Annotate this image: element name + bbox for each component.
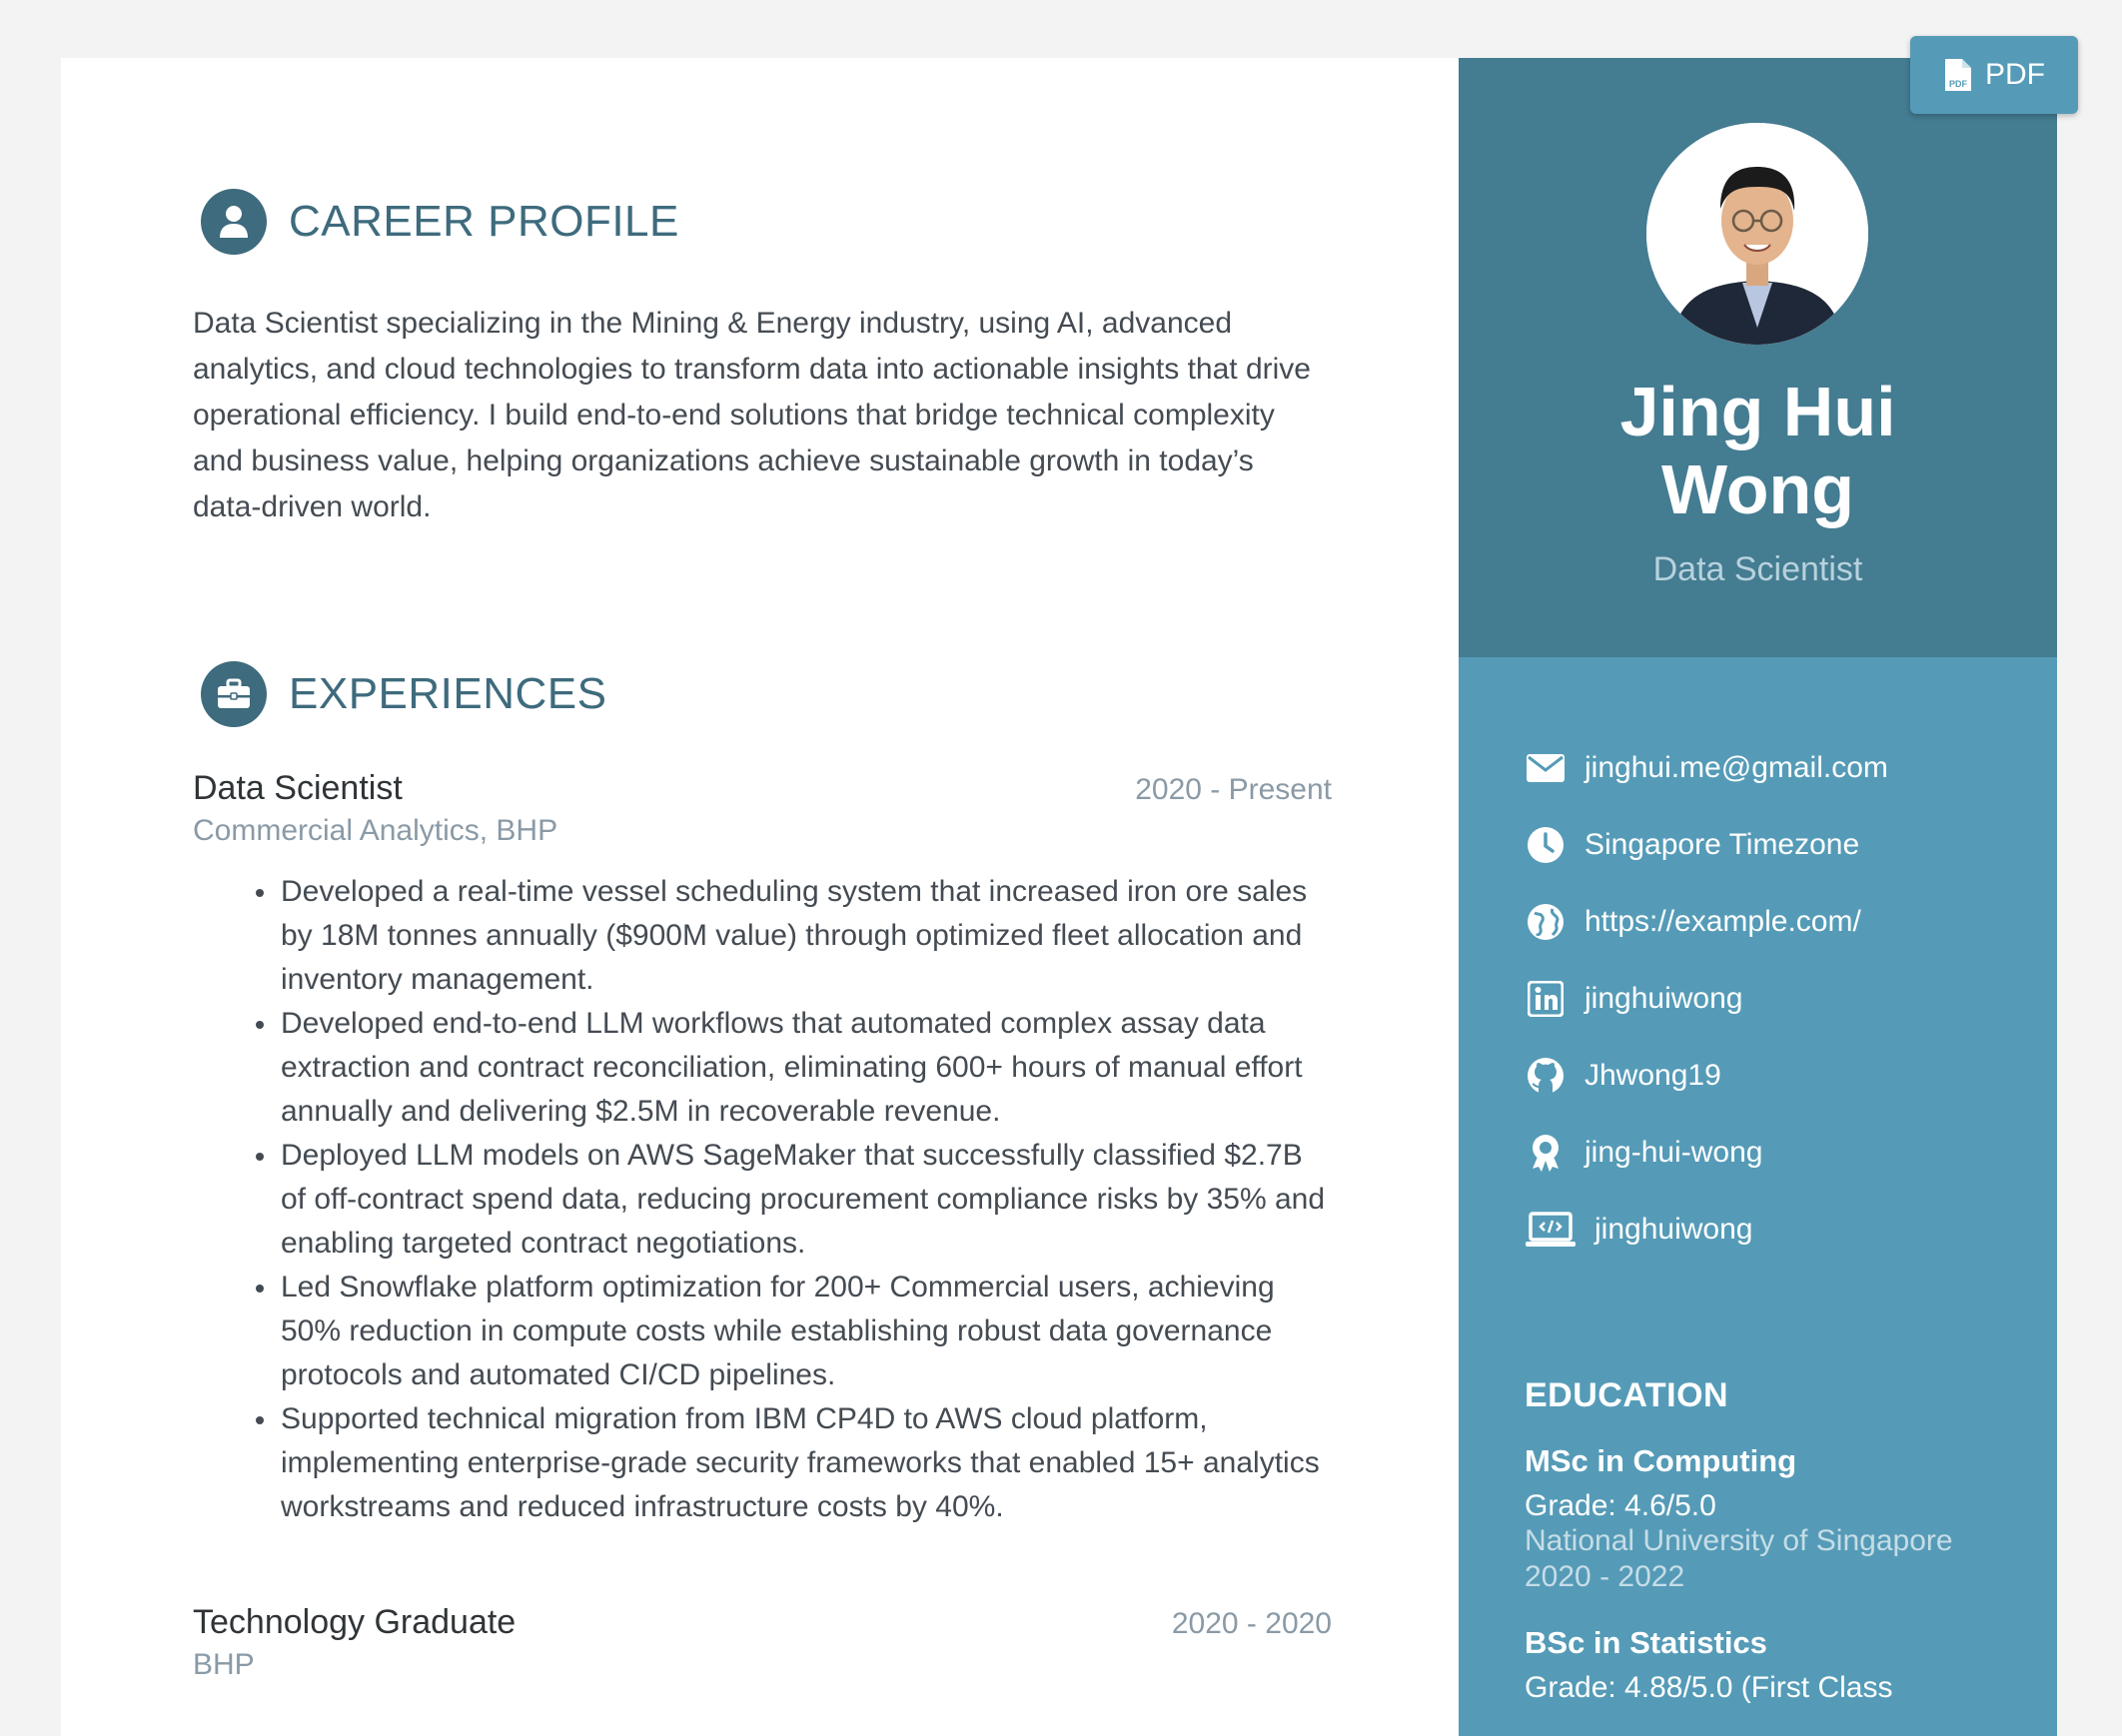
svg-text:PDF: PDF: [1949, 79, 1968, 89]
list-item: Developed end-to-end LLM workflows that …: [256, 1002, 1332, 1134]
award-icon: [1525, 1132, 1567, 1174]
avatar: [1646, 123, 1868, 345]
education-title: EDUCATION: [1525, 1376, 1729, 1414]
tagline: Data Scientist: [1652, 550, 1863, 588]
job-title: Data Scientist: [193, 769, 403, 807]
job-title: Technology Graduate: [193, 1603, 517, 1641]
experiences-title: EXPERIENCES: [289, 669, 607, 718]
briefcase-icon: [201, 661, 267, 727]
contact-timezone: Singapore Timezone: [1525, 806, 1888, 883]
pdf-download-button[interactable]: PDF PDF: [1910, 36, 2078, 114]
resume-page: CAREER PROFILE Data Scientist specializi…: [61, 58, 2057, 1736]
name-line-1: Jing Hui: [1619, 373, 1896, 450]
education-section: EDUCATION MSc in Computing Grade: 4.6/5.…: [1525, 1376, 2004, 1705]
degree-title: MSc in Computing: [1525, 1443, 1797, 1478]
list-item: Developed a real-time vessel scheduling …: [256, 870, 1332, 1002]
degree-grade: Grade: 4.6/5.0: [1525, 1489, 1716, 1522]
job-time: 2020 - Present: [1135, 773, 1332, 806]
sidebar: Jing Hui Wong Data Scientist jinghui.me@…: [1459, 58, 2057, 1736]
job-entry: Data Scientist 2020 - Present Commercial…: [193, 769, 1332, 1529]
linkedin-icon: [1525, 978, 1567, 1020]
list-item: Deployed LLM models on AWS SageMaker tha…: [256, 1134, 1332, 1266]
globe-icon: [1525, 901, 1567, 943]
contact-github[interactable]: Jhwong19: [1525, 1037, 1888, 1114]
contact-list: jinghui.me@gmail.com Singapore Timezone: [1525, 729, 1888, 1268]
name-line-2: Wong: [1660, 450, 1855, 528]
job-details-list: Developed a real-time vessel scheduling …: [193, 870, 1332, 1529]
degree-title: BSc in Statistics: [1525, 1625, 1767, 1660]
contact-code[interactable]: jinghuiwong: [1525, 1191, 1888, 1268]
list-item: Supported technical migration from IBM C…: [256, 1397, 1332, 1529]
contact-credential[interactable]: jing-hui-wong: [1525, 1114, 1888, 1191]
clock-icon: [1525, 824, 1567, 866]
job-company: Commercial Analytics, BHP: [193, 814, 558, 847]
pdf-button-label[interactable]: PDF: [1985, 58, 2045, 92]
career-profile-title: CAREER PROFILE: [289, 197, 679, 246]
job-time: 2020 - 2020: [1171, 1607, 1332, 1640]
contact-linkedin[interactable]: jinghuiwong: [1525, 960, 1888, 1037]
list-item: Led Snowflake platform optimization for …: [256, 1266, 1332, 1397]
degree-grade: Grade: 4.88/5.0 (First Class: [1525, 1671, 1893, 1704]
job-entry: Technology Graduate 2020 - 2020 BHP: [193, 1603, 1332, 1682]
contact-email[interactable]: jinghui.me@gmail.com: [1525, 729, 1888, 806]
contact-website[interactable]: https://example.com/: [1525, 883, 1888, 960]
file-pdf-icon: PDF: [1943, 57, 1973, 93]
degree-time: 2020 - 2022: [1525, 1560, 1685, 1593]
contact-credential-text[interactable]: jing-hui-wong: [1585, 1136, 1762, 1170]
person-name: Jing Hui Wong: [1459, 373, 2057, 528]
job-company: BHP: [193, 1648, 255, 1681]
contact-timezone-text: Singapore Timezone: [1585, 827, 1860, 861]
contact-website-text[interactable]: https://example.com/: [1585, 905, 1861, 939]
envelope-icon: [1525, 747, 1567, 789]
contact-code-text[interactable]: jinghuiwong: [1594, 1213, 1752, 1247]
contact-linkedin-text[interactable]: jinghuiwong: [1585, 982, 1742, 1016]
profile-container: Jing Hui Wong Data Scientist: [1459, 58, 2057, 657]
contact-github-text[interactable]: Jhwong19: [1585, 1059, 1721, 1093]
career-profile-header: CAREER PROFILE: [201, 189, 679, 255]
laptop-code-icon: [1525, 1209, 1577, 1251]
main-column: CAREER PROFILE Data Scientist specializi…: [61, 58, 1459, 1736]
user-icon: [201, 189, 267, 255]
experiences-header: EXPERIENCES: [201, 661, 606, 727]
career-summary: Data Scientist specializing in the Minin…: [193, 307, 1311, 523]
contact-email-text[interactable]: jinghui.me@gmail.com: [1585, 751, 1888, 785]
github-icon: [1525, 1055, 1567, 1097]
degree-school: National University of Singapore: [1525, 1524, 1953, 1557]
